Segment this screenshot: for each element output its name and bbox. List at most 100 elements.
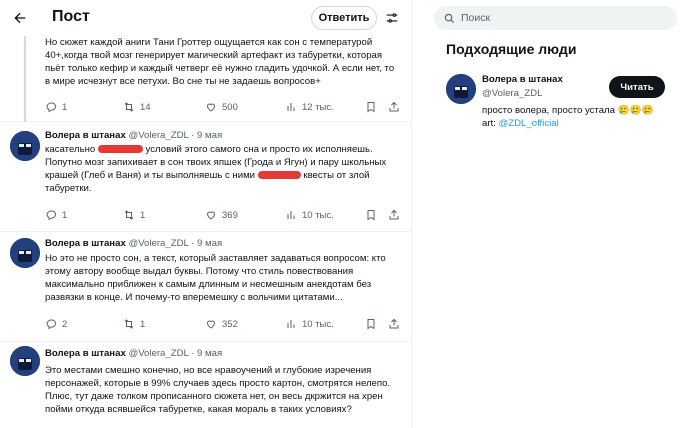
tweet-date[interactable]: · 9 мая bbox=[191, 130, 222, 141]
right-sidebar: Подходящие люди Волера в штанах @Volera_… bbox=[412, 0, 680, 428]
back-button[interactable] bbox=[8, 6, 32, 30]
bookmark-action[interactable] bbox=[365, 100, 377, 114]
tweet[interactable]: Волера в штанах @Volera_ZDL · 9 мая Но э… bbox=[0, 232, 411, 342]
bookmark-action[interactable] bbox=[365, 317, 377, 331]
tweet-actions: 1 1 369 10 тыс. bbox=[45, 208, 405, 222]
bookmark-icon bbox=[367, 102, 375, 113]
author-handle[interactable]: @Volera_ZDL bbox=[128, 130, 188, 141]
retweet-count: 14 bbox=[140, 101, 151, 113]
reply-action[interactable]: 2 bbox=[45, 317, 67, 331]
sliders-icon bbox=[386, 13, 398, 23]
tweet-header: Волера в штанах @Volera_ZDL · 9 мая bbox=[45, 130, 222, 141]
main-column: Пост Ответить Но сюжет каждой аниги Тани… bbox=[0, 0, 412, 428]
like-action[interactable]: 369 bbox=[205, 208, 238, 222]
views-action[interactable]: 12 тыс. bbox=[285, 100, 334, 114]
reply-action[interactable]: 1 bbox=[45, 100, 67, 114]
reply-count: 2 bbox=[62, 318, 68, 330]
share-action[interactable] bbox=[388, 100, 400, 114]
author-name[interactable]: Волера в штанах bbox=[45, 348, 126, 359]
avatar[interactable] bbox=[10, 131, 40, 161]
like-count: 352 bbox=[222, 318, 238, 330]
reply-button[interactable]: Ответить bbox=[311, 6, 377, 30]
bookmark-icon bbox=[367, 319, 375, 330]
retweet-action[interactable]: 1 bbox=[123, 208, 145, 222]
like-action[interactable]: 500 bbox=[205, 100, 238, 114]
avatar[interactable] bbox=[10, 346, 40, 376]
comment-icon bbox=[46, 210, 56, 221]
tweet-header: Волера в штанах @Volera_ZDL · 9 мая bbox=[45, 238, 222, 249]
bio-art-line: art: @ZDL_official bbox=[482, 117, 672, 130]
like-action[interactable]: 352 bbox=[205, 317, 238, 331]
retweet-count: 1 bbox=[140, 209, 146, 221]
person-bio: просто волера, просто устала 🥲🥲🥲 art: @Z… bbox=[482, 104, 672, 130]
comment-icon bbox=[46, 319, 56, 330]
retweet-count: 1 bbox=[140, 318, 146, 330]
tweet-actions: 2 1 352 10 тыс. bbox=[45, 317, 405, 331]
bar-chart-icon bbox=[287, 211, 295, 219]
tweet[interactable]: Волера в штанах @Volera_ZDL · 9 мая каса… bbox=[0, 122, 411, 232]
bio-text: просто волера, просто устала 🥲🥲🥲 bbox=[482, 105, 654, 116]
tweet[interactable]: Волера в штанах @Volera_ZDL · 9 мая Это … bbox=[0, 342, 411, 428]
retweet-action[interactable]: 1 bbox=[123, 317, 145, 331]
share-action[interactable] bbox=[388, 317, 400, 331]
tweet-text: Это местами смешно конечно, но все нраво… bbox=[45, 365, 391, 415]
panel-title: Подходящие люди bbox=[446, 41, 577, 57]
bar-chart-icon bbox=[287, 103, 295, 111]
avatar-art bbox=[10, 131, 40, 161]
author-name[interactable]: Волера в штанах bbox=[45, 130, 126, 141]
author-handle[interactable]: @Volera_ZDL bbox=[128, 238, 188, 249]
bio-art-prefix: art: bbox=[482, 118, 499, 129]
retweet-icon bbox=[124, 210, 134, 220]
tweet-header: Волера в штанах @Volera_ZDL · 9 мая bbox=[45, 348, 222, 359]
retweet-action[interactable]: 14 bbox=[123, 100, 151, 114]
reply-count: 1 bbox=[62, 101, 68, 113]
search-input[interactable] bbox=[461, 12, 661, 24]
heart-icon bbox=[206, 320, 216, 329]
views-count: 12 тыс. bbox=[302, 101, 334, 113]
tweet-text: Но сюжет каждой аниги Тани Гроттер ощуща… bbox=[45, 37, 395, 87]
retweet-icon bbox=[124, 102, 134, 112]
share-action[interactable] bbox=[388, 208, 400, 222]
avatar-art bbox=[10, 238, 40, 268]
search-box[interactable] bbox=[434, 6, 677, 30]
person-handle[interactable]: @Volera_ZDL bbox=[482, 88, 542, 99]
retweet-icon bbox=[124, 319, 134, 329]
tweet-date[interactable]: · 9 мая bbox=[191, 238, 222, 249]
views-count: 10 тыс. bbox=[302, 209, 334, 221]
like-count: 500 bbox=[222, 101, 238, 113]
tweet-date[interactable]: · 9 мая bbox=[191, 348, 222, 359]
tweet-actions: 1 14 500 12 тыс. bbox=[45, 100, 405, 114]
bio-art-link[interactable]: @ZDL_official bbox=[499, 118, 559, 129]
page-title: Пост bbox=[52, 8, 90, 25]
share-icon bbox=[389, 318, 399, 329]
bar-chart-icon bbox=[287, 320, 295, 328]
comment-icon bbox=[46, 102, 56, 113]
reply-action[interactable]: 1 bbox=[45, 208, 67, 222]
heart-icon bbox=[206, 103, 216, 112]
redaction-mark bbox=[97, 145, 143, 154]
heart-icon bbox=[206, 211, 216, 220]
avatar[interactable] bbox=[10, 238, 40, 268]
avatar[interactable] bbox=[446, 74, 476, 104]
tweet-text: касательно условий этого самого сна и пр… bbox=[45, 143, 401, 195]
search-icon bbox=[444, 13, 455, 23]
page-header: Пост Ответить bbox=[0, 0, 411, 36]
tweet-text: Но это не просто сон, а текст, который з… bbox=[45, 253, 386, 303]
reply-count: 1 bbox=[62, 209, 68, 221]
like-count: 369 bbox=[222, 209, 238, 221]
author-handle[interactable]: @Volera_ZDL bbox=[128, 348, 188, 359]
adjust-button[interactable] bbox=[382, 8, 402, 28]
follow-button[interactable]: Читать bbox=[609, 76, 665, 98]
who-to-follow-panel: Подходящие люди Волера в штанах @Volera_… bbox=[434, 32, 677, 142]
avatar-art bbox=[446, 74, 476, 104]
person-name[interactable]: Волера в штанах bbox=[482, 74, 563, 85]
bookmark-action[interactable] bbox=[365, 208, 377, 222]
share-icon bbox=[389, 101, 399, 112]
views-action[interactable]: 10 тыс. bbox=[285, 317, 334, 331]
author-name[interactable]: Волера в штанах bbox=[45, 238, 126, 249]
avatar-art bbox=[10, 346, 40, 376]
tweet-text-part: касательно bbox=[45, 144, 98, 155]
views-count: 10 тыс. bbox=[302, 318, 334, 330]
share-icon bbox=[389, 209, 399, 220]
views-action[interactable]: 10 тыс. bbox=[285, 208, 334, 222]
